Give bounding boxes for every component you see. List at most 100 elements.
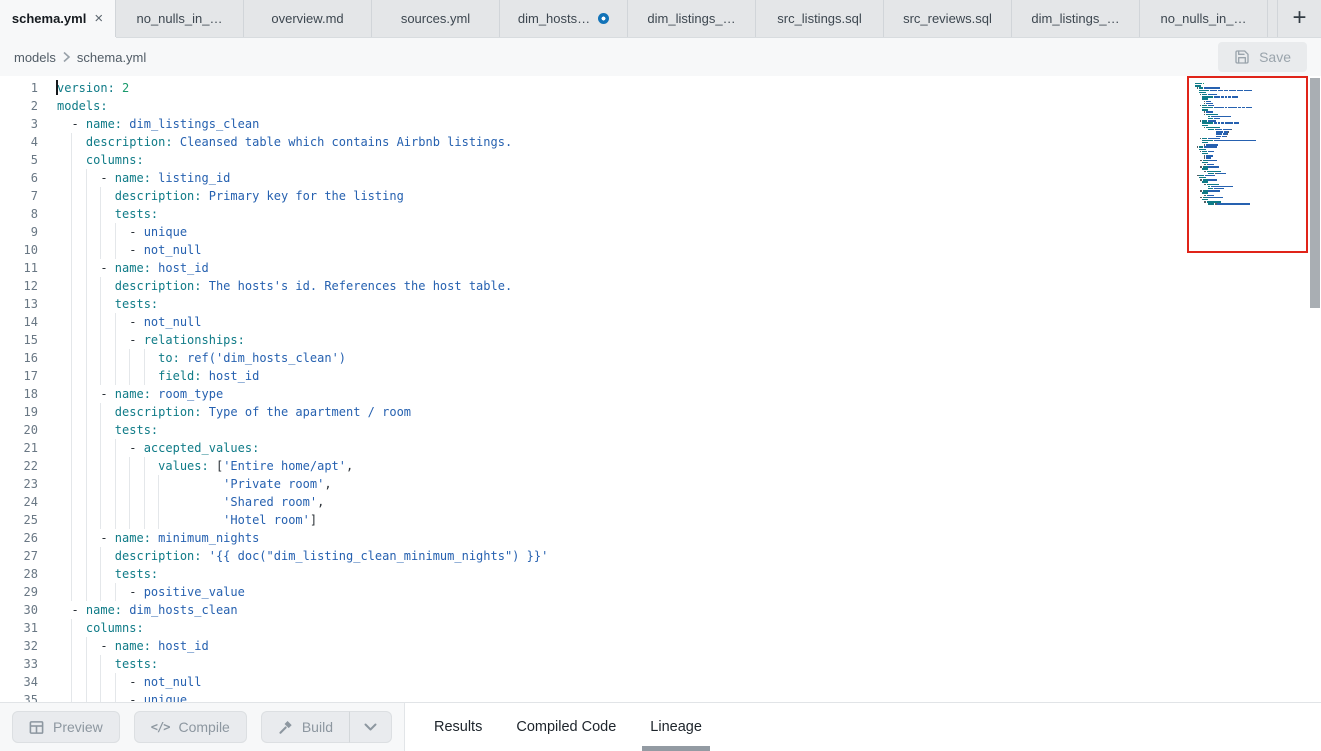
code-line[interactable]: 32 - name: host_id bbox=[0, 637, 1321, 655]
editor-tab[interactable]: dim_listings_… bbox=[1012, 0, 1140, 37]
line-number[interactable]: 8 bbox=[0, 205, 38, 223]
line-number[interactable]: 25 bbox=[0, 511, 38, 529]
code-line[interactable]: 1version: 2 bbox=[0, 79, 1321, 97]
code-line[interactable]: 19 description: Type of the apartment / … bbox=[0, 403, 1321, 421]
line-number[interactable]: 7 bbox=[0, 187, 38, 205]
line-number[interactable]: 30 bbox=[0, 601, 38, 619]
code-line[interactable]: 3 - name: dim_listings_clean bbox=[0, 115, 1321, 133]
tab-close-icon[interactable]: × bbox=[94, 11, 103, 26]
line-number[interactable]: 15 bbox=[0, 331, 38, 349]
line-number[interactable]: 19 bbox=[0, 403, 38, 421]
code-line[interactable]: 12 description: The hosts's id. Referenc… bbox=[0, 277, 1321, 295]
code-line[interactable]: 29 - positive_value bbox=[0, 583, 1321, 601]
editor-tab[interactable]: no_nulls_in_… bbox=[116, 0, 244, 37]
line-number[interactable]: 12 bbox=[0, 277, 38, 295]
code-line[interactable]: 28 tests: bbox=[0, 565, 1321, 583]
code-line[interactable]: 17 field: host_id bbox=[0, 367, 1321, 385]
line-number[interactable]: 28 bbox=[0, 565, 38, 583]
line-number[interactable]: 10 bbox=[0, 241, 38, 259]
code-line[interactable]: 2models: bbox=[0, 97, 1321, 115]
indent-guide bbox=[71, 295, 72, 313]
code-line[interactable]: 34 - not_null bbox=[0, 673, 1321, 691]
save-button[interactable]: Save bbox=[1218, 42, 1307, 72]
line-number[interactable]: 17 bbox=[0, 367, 38, 385]
code-line[interactable]: 22 values: ['Entire home/apt', bbox=[0, 457, 1321, 475]
line-number[interactable]: 9 bbox=[0, 223, 38, 241]
editor-tab[interactable]: overview.md bbox=[244, 0, 372, 37]
lineage-tab[interactable]: Lineage bbox=[633, 703, 719, 751]
code-line[interactable]: 21 - accepted_values: bbox=[0, 439, 1321, 457]
code-line[interactable]: 33 tests: bbox=[0, 655, 1321, 673]
code-line[interactable]: 14 - not_null bbox=[0, 313, 1321, 331]
code-line[interactable]: 11 - name: host_id bbox=[0, 259, 1321, 277]
line-number[interactable]: 18 bbox=[0, 385, 38, 403]
code-line[interactable]: 27 description: '{{ doc("dim_listing_cle… bbox=[0, 547, 1321, 565]
code-line[interactable]: 13 tests: bbox=[0, 295, 1321, 313]
code-line[interactable]: 24 'Shared room', bbox=[0, 493, 1321, 511]
code-line[interactable]: 5 columns: bbox=[0, 151, 1321, 169]
code-line[interactable]: 16 to: ref('dim_hosts_clean') bbox=[0, 349, 1321, 367]
code-line[interactable]: 7 description: Primary key for the listi… bbox=[0, 187, 1321, 205]
code-line-text: 'Hotel room'] bbox=[57, 511, 317, 529]
line-number[interactable]: 33 bbox=[0, 655, 38, 673]
code-line[interactable]: 23 'Private room', bbox=[0, 475, 1321, 493]
line-number[interactable]: 13 bbox=[0, 295, 38, 313]
editor-scrollbar[interactable] bbox=[1310, 78, 1320, 308]
indent-guide bbox=[115, 673, 116, 691]
line-number[interactable]: 21 bbox=[0, 439, 38, 457]
results-tab[interactable]: Results bbox=[417, 703, 499, 751]
line-number[interactable]: 27 bbox=[0, 547, 38, 565]
build-dropdown-button[interactable] bbox=[349, 711, 392, 743]
code-line[interactable]: 31 columns: bbox=[0, 619, 1321, 637]
line-number[interactable]: 22 bbox=[0, 457, 38, 475]
code-line[interactable]: 18 - name: room_type bbox=[0, 385, 1321, 403]
line-number[interactable]: 16 bbox=[0, 349, 38, 367]
breadcrumb-folder[interactable]: models bbox=[14, 50, 56, 65]
line-number[interactable]: 2 bbox=[0, 97, 38, 115]
editor-tab[interactable]: dim_hosts… bbox=[500, 0, 628, 37]
line-number[interactable]: 35 bbox=[0, 691, 38, 702]
line-number[interactable]: 5 bbox=[0, 151, 38, 169]
line-number[interactable]: 31 bbox=[0, 619, 38, 637]
line-number[interactable]: 6 bbox=[0, 169, 38, 187]
line-number[interactable]: 4 bbox=[0, 133, 38, 151]
line-number[interactable]: 26 bbox=[0, 529, 38, 547]
code-line[interactable]: 20 tests: bbox=[0, 421, 1321, 439]
line-number[interactable]: 11 bbox=[0, 259, 38, 277]
code-line[interactable]: 35 - unique bbox=[0, 691, 1321, 702]
line-number[interactable]: 23 bbox=[0, 475, 38, 493]
editor-tab[interactable]: no_nulls_in_… bbox=[1140, 0, 1268, 37]
editor-tab[interactable]: src_listings.sql bbox=[756, 0, 884, 37]
compiled-code-tab[interactable]: Compiled Code bbox=[499, 703, 633, 751]
code-line[interactable]: 30 - name: dim_hosts_clean bbox=[0, 601, 1321, 619]
line-number[interactable]: 1 bbox=[0, 79, 38, 97]
minimap[interactable] bbox=[1187, 76, 1308, 253]
editor-tab[interactable]: dim_listings_… bbox=[628, 0, 756, 37]
indent-guide bbox=[144, 475, 145, 493]
code-line[interactable]: 4 description: Cleansed table which cont… bbox=[0, 133, 1321, 151]
editor-tab[interactable]: schema.yml× bbox=[0, 0, 116, 37]
preview-button[interactable]: Preview bbox=[12, 711, 120, 743]
code-line[interactable]: 10 - not_null bbox=[0, 241, 1321, 259]
code-line[interactable]: 15 - relationships: bbox=[0, 331, 1321, 349]
line-number[interactable]: 34 bbox=[0, 673, 38, 691]
code-line[interactable]: 6 - name: listing_id bbox=[0, 169, 1321, 187]
build-button[interactable]: Build bbox=[261, 711, 349, 743]
editor-tab[interactable]: sources.yml bbox=[372, 0, 500, 37]
add-tab-button[interactable]: + bbox=[1278, 0, 1321, 37]
code-line[interactable]: 9 - unique bbox=[0, 223, 1321, 241]
compile-button[interactable]: </> Compile bbox=[134, 711, 247, 743]
editor-tab[interactable]: src_reviews.sql bbox=[884, 0, 1012, 37]
line-number[interactable]: 29 bbox=[0, 583, 38, 601]
code-line[interactable]: 26 - name: minimum_nights bbox=[0, 529, 1321, 547]
code-line[interactable]: 25 'Hotel room'] bbox=[0, 511, 1321, 529]
code-line-text: description: Cleansed table which contai… bbox=[57, 133, 512, 151]
code-editor[interactable]: 1version: 22models:3 - name: dim_listing… bbox=[0, 76, 1321, 702]
code-line[interactable]: 8 tests: bbox=[0, 205, 1321, 223]
line-number[interactable]: 20 bbox=[0, 421, 38, 439]
line-number[interactable]: 14 bbox=[0, 313, 38, 331]
code-area[interactable]: 1version: 22models:3 - name: dim_listing… bbox=[0, 79, 1321, 702]
line-number[interactable]: 3 bbox=[0, 115, 38, 133]
line-number[interactable]: 32 bbox=[0, 637, 38, 655]
line-number[interactable]: 24 bbox=[0, 493, 38, 511]
